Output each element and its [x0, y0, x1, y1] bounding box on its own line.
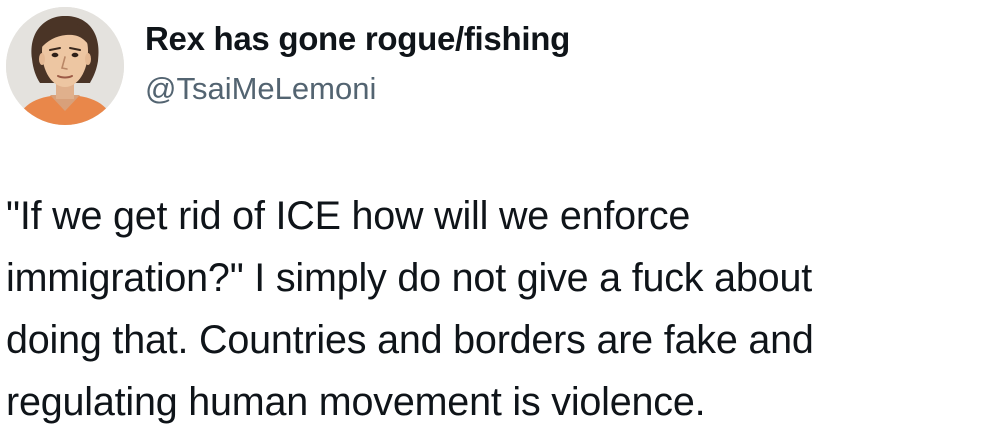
avatar[interactable] [6, 7, 124, 125]
tweet-text-line: "If we get rid of ICE how will we enforc… [6, 194, 691, 238]
tweet-text-line: doing that. Countries and borders are fa… [6, 318, 814, 362]
tweet-text-line: regulating human movement is violence. [6, 380, 706, 424]
author-display-name[interactable]: Rex has gone rogue/fishing [145, 19, 570, 59]
author-handle[interactable]: @TsaiMeLemoni [145, 70, 376, 108]
tweet-text-line: immigration?" I simply do not give a fuc… [6, 256, 812, 300]
tweet-text: "If we get rid of ICE how will we enforc… [6, 185, 976, 433]
portrait-avatar-icon [6, 7, 124, 125]
tweet-card: Rex has gone rogue/fishing @TsaiMeLemoni… [0, 0, 987, 444]
